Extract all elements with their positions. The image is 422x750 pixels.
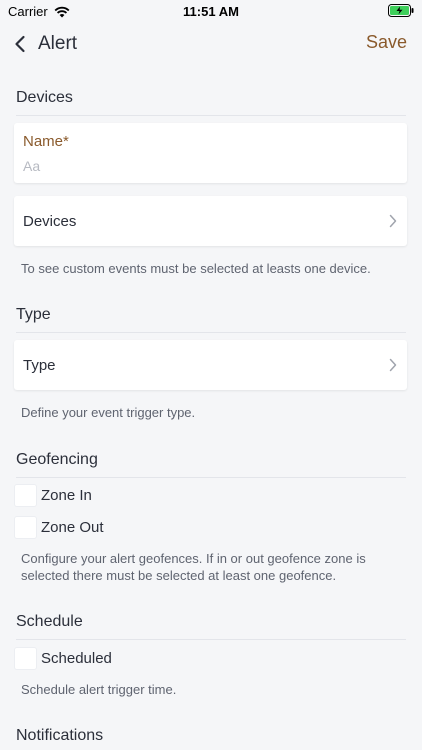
- devices-hint: To see custom events must be selected at…: [21, 261, 371, 276]
- zone-out-option[interactable]: Zone Out: [15, 516, 104, 538]
- type-hint: Define your event trigger type.: [21, 405, 196, 420]
- zone-out-checkbox[interactable]: [15, 516, 36, 538]
- geofencing-section-title: Geofencing: [16, 451, 406, 478]
- scheduled-option[interactable]: Scheduled: [15, 647, 112, 669]
- chevron-right-icon: [389, 214, 397, 228]
- geofencing-hint: Configure your alert geofences. If in or…: [21, 551, 366, 583]
- zone-in-label: Zone In: [41, 486, 92, 504]
- alert-screen: Carrier 11:51 AM Alert Save Devices Name…: [0, 0, 422, 750]
- schedule-hint: Schedule alert trigger time.: [21, 682, 177, 697]
- devices-row[interactable]: Devices: [14, 196, 407, 246]
- page-title: Alert: [38, 33, 78, 54]
- zone-out-label: Zone Out: [41, 518, 104, 536]
- chevron-left-icon: [15, 35, 25, 53]
- name-field-card: Name*: [14, 123, 407, 183]
- zone-in-checkbox[interactable]: [15, 484, 36, 506]
- save-button[interactable]: Save: [366, 32, 407, 53]
- name-input[interactable]: [23, 156, 393, 176]
- navigation-bar: Alert Save: [0, 22, 422, 66]
- chevron-right-icon: [389, 358, 397, 372]
- battery-charging-icon: [388, 4, 414, 17]
- status-time: 11:51 AM: [183, 4, 239, 19]
- zone-in-option[interactable]: Zone In: [15, 484, 92, 506]
- back-button[interactable]: Alert: [14, 30, 77, 58]
- scheduled-checkbox[interactable]: [15, 647, 36, 669]
- scheduled-label: Scheduled: [41, 649, 112, 667]
- status-bar: Carrier 11:51 AM: [0, 0, 422, 22]
- devices-row-label: Devices: [23, 213, 77, 230]
- schedule-section-title: Schedule: [16, 613, 406, 640]
- type-row[interactable]: Type: [14, 340, 407, 390]
- name-field-label: Name*: [23, 133, 69, 150]
- notifications-section-title: Notifications: [16, 727, 104, 744]
- type-section-title: Type: [16, 306, 406, 333]
- devices-section-title: Devices: [16, 89, 406, 116]
- type-row-label: Type: [23, 357, 56, 374]
